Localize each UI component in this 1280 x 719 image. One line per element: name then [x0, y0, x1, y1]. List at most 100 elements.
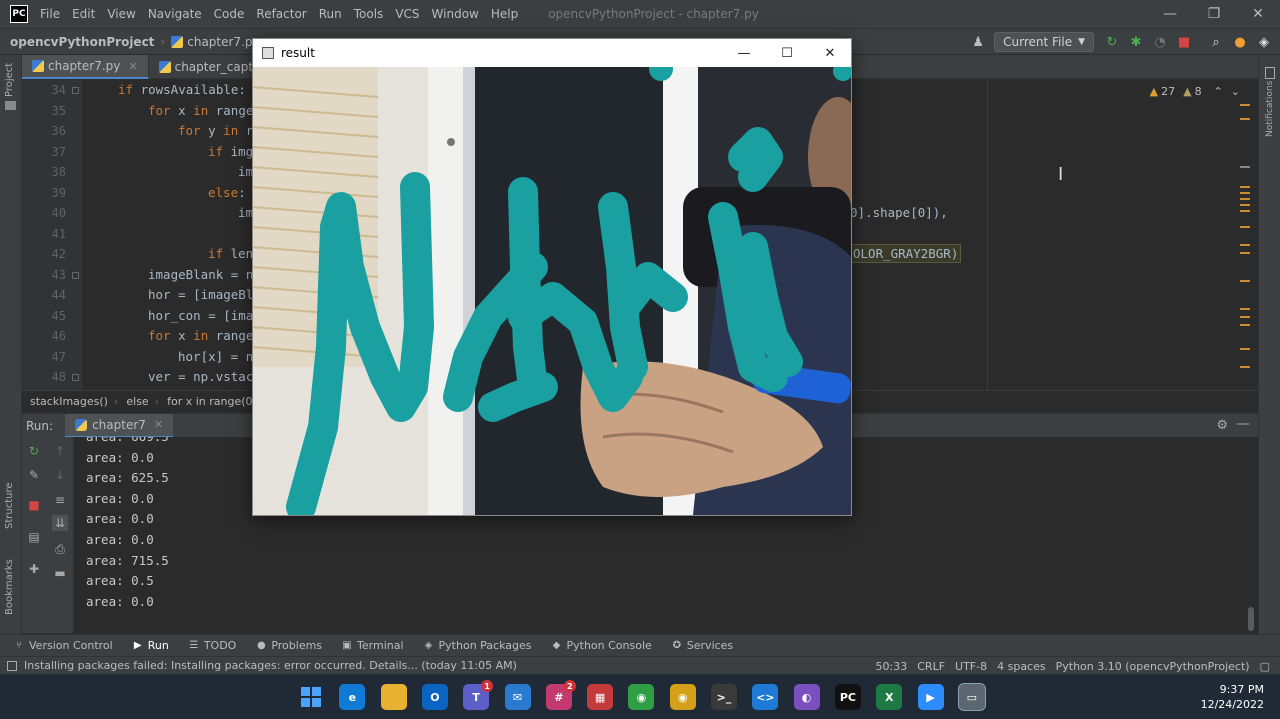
tool-tab-problems[interactable]: ● Problems: [256, 639, 322, 652]
calendar-icon[interactable]: ▦: [587, 684, 614, 710]
arrow-up-icon[interactable]: ↑: [52, 443, 68, 459]
inspection-widget[interactable]: ▲ 27 ▲ 8 ⌃ ⌄: [1150, 85, 1240, 98]
outlook-icon[interactable]: O: [421, 684, 448, 710]
fold-marker-icon[interactable]: [72, 374, 79, 381]
tool-tab-python-console[interactable]: ◆ Python Console: [551, 639, 652, 652]
tool-tab-run[interactable]: ▶ Run: [133, 639, 169, 652]
project-crumb[interactable]: opencvPythonProject: [10, 35, 154, 49]
slack-icon[interactable]: #2: [545, 680, 576, 710]
minimize-panel-icon[interactable]: —: [1236, 416, 1250, 432]
menu-run[interactable]: Run: [319, 7, 342, 21]
fold-marker-icon[interactable]: [72, 271, 79, 279]
maximize-button[interactable]: ☐: [776, 43, 798, 63]
terminal-app-icon[interactable]: >_: [711, 684, 737, 710]
zoom-icon[interactable]: ▶: [917, 684, 944, 710]
print-icon[interactable]: ⎙: [52, 541, 68, 557]
run-configuration-select[interactable]: Current File ▼: [994, 32, 1094, 52]
gear-icon[interactable]: ⚙: [1216, 418, 1228, 433]
scroll-to-end-icon[interactable]: ⇊: [52, 515, 68, 531]
menu-help[interactable]: Help: [491, 7, 518, 21]
rerun-icon[interactable]: ↻: [1104, 34, 1120, 50]
debug-icon[interactable]: ✱: [1128, 34, 1144, 50]
notifications-tool-tab[interactable]: Notifications: [1265, 81, 1275, 137]
code-breadcrumb-item[interactable]: else: [126, 395, 148, 408]
stop-icon[interactable]: ■: [26, 497, 42, 513]
tool-tab-todo[interactable]: ☰ TODO: [189, 639, 236, 652]
soft-wrap-icon[interactable]: ≡: [52, 492, 68, 508]
menu-tools[interactable]: Tools: [354, 7, 384, 21]
editor-tab-0[interactable]: chapter7.py ✕: [22, 55, 149, 79]
menu-edit[interactable]: Edit: [72, 7, 95, 21]
wrench-icon[interactable]: ✎: [26, 467, 42, 483]
trash-icon[interactable]: ▬: [52, 565, 68, 581]
windows-start-icon[interactable]: [298, 684, 324, 710]
layout-icon[interactable]: ▤: [26, 529, 42, 545]
user-icon[interactable]: ♟: [970, 34, 986, 50]
bookmarks-tool-tab[interactable]: Bookmarks: [4, 559, 15, 615]
structure-tool-tab[interactable]: Structure: [4, 482, 15, 529]
stop-icon[interactable]: ■: [1176, 34, 1192, 50]
minimize-button[interactable]: —: [1160, 4, 1180, 24]
status-message[interactable]: Installing packages failed: Installing p…: [24, 659, 517, 672]
python-file-icon: [171, 35, 184, 48]
interpreter-selector[interactable]: Python 3.10 (opencvPythonProject): [1056, 660, 1250, 673]
tool-tab-terminal[interactable]: ▣ Terminal: [342, 639, 403, 652]
rerun-icon[interactable]: ↻: [26, 443, 42, 459]
teams-icon[interactable]: T1: [463, 680, 494, 710]
indent-setting[interactable]: 4 spaces: [997, 660, 1046, 673]
console-scrollbar[interactable]: [1248, 607, 1254, 631]
close-button[interactable]: ✕: [819, 43, 841, 63]
line-separator[interactable]: CRLF: [917, 660, 945, 673]
minimize-button[interactable]: —: [733, 43, 755, 63]
scroll-marker: [1240, 192, 1250, 194]
close-icon[interactable]: ✕: [128, 60, 137, 73]
system-clock[interactable]: 9:37 PM 12/24/2022: [1201, 682, 1264, 712]
menu-code[interactable]: Code: [214, 7, 245, 21]
menu-view[interactable]: View: [107, 7, 135, 21]
code-token: range: [215, 102, 254, 118]
file-crumb[interactable]: chapter7.py: [187, 35, 259, 49]
code-line: if len: [208, 244, 253, 265]
chevron-down-icon[interactable]: ⌄: [1231, 85, 1240, 98]
jetbrains-logo-icon[interactable]: ◈: [1256, 34, 1272, 50]
file-encoding[interactable]: UTF-8: [955, 660, 987, 673]
search-icon[interactable]: ⌕: [1208, 34, 1224, 50]
caret-position[interactable]: 50:33: [876, 660, 908, 673]
fold-marker-icon[interactable]: [72, 87, 79, 94]
mail-icon[interactable]: ✉: [504, 684, 531, 710]
coverage-icon[interactable]: ◔: [1152, 34, 1168, 50]
menu-refactor[interactable]: Refactor: [256, 7, 306, 21]
chrome-profile-icon[interactable]: ◉: [669, 684, 696, 710]
close-button[interactable]: ✕: [1248, 4, 1268, 24]
pin-icon[interactable]: ✚: [26, 561, 42, 577]
project-tool-tab[interactable]: Project: [4, 63, 15, 97]
file-explorer-icon[interactable]: [380, 684, 407, 710]
tool-tab-services[interactable]: ✪ Services: [672, 639, 734, 652]
restore-button[interactable]: ❐: [1204, 4, 1224, 24]
chrome-icon[interactable]: ◉: [628, 684, 655, 710]
menu-navigate[interactable]: Navigate: [148, 7, 202, 21]
pycharm-icon[interactable]: PC: [834, 684, 861, 710]
notifications-icon[interactable]: [1265, 67, 1275, 79]
status-panel-icon[interactable]: [7, 661, 17, 671]
close-icon[interactable]: ✕: [154, 418, 163, 431]
arrow-down-icon[interactable]: ↓: [52, 467, 68, 483]
edge-icon[interactable]: e: [339, 684, 366, 710]
update-icon[interactable]: ●: [1232, 34, 1248, 50]
line-number: 43: [51, 267, 66, 282]
run-tab-chapter7[interactable]: chapter7 ✕: [65, 413, 174, 438]
code-breadcrumb-item[interactable]: stackImages(): [30, 395, 108, 408]
excel-icon[interactable]: X: [876, 684, 903, 710]
chevron-up-icon[interactable]: ⌃: [1214, 85, 1223, 98]
lock-icon[interactable]: ▢: [1260, 660, 1270, 673]
github-icon[interactable]: ◐: [793, 684, 820, 710]
menu-vcs[interactable]: VCS: [395, 7, 419, 21]
tool-tab-version-control[interactable]: ⑂ Version Control: [14, 639, 113, 652]
menu-window[interactable]: Window: [432, 7, 479, 21]
result-window-titlebar[interactable]: result — ☐ ✕: [253, 39, 851, 67]
menu-file[interactable]: File: [40, 7, 60, 21]
tool-tab-python-packages[interactable]: ◈ Python Packages: [424, 639, 532, 652]
opencv-window-icon[interactable]: ▭: [957, 683, 986, 711]
vscode-icon[interactable]: <>: [752, 684, 779, 710]
opencv-result-window[interactable]: result — ☐ ✕: [252, 38, 852, 516]
